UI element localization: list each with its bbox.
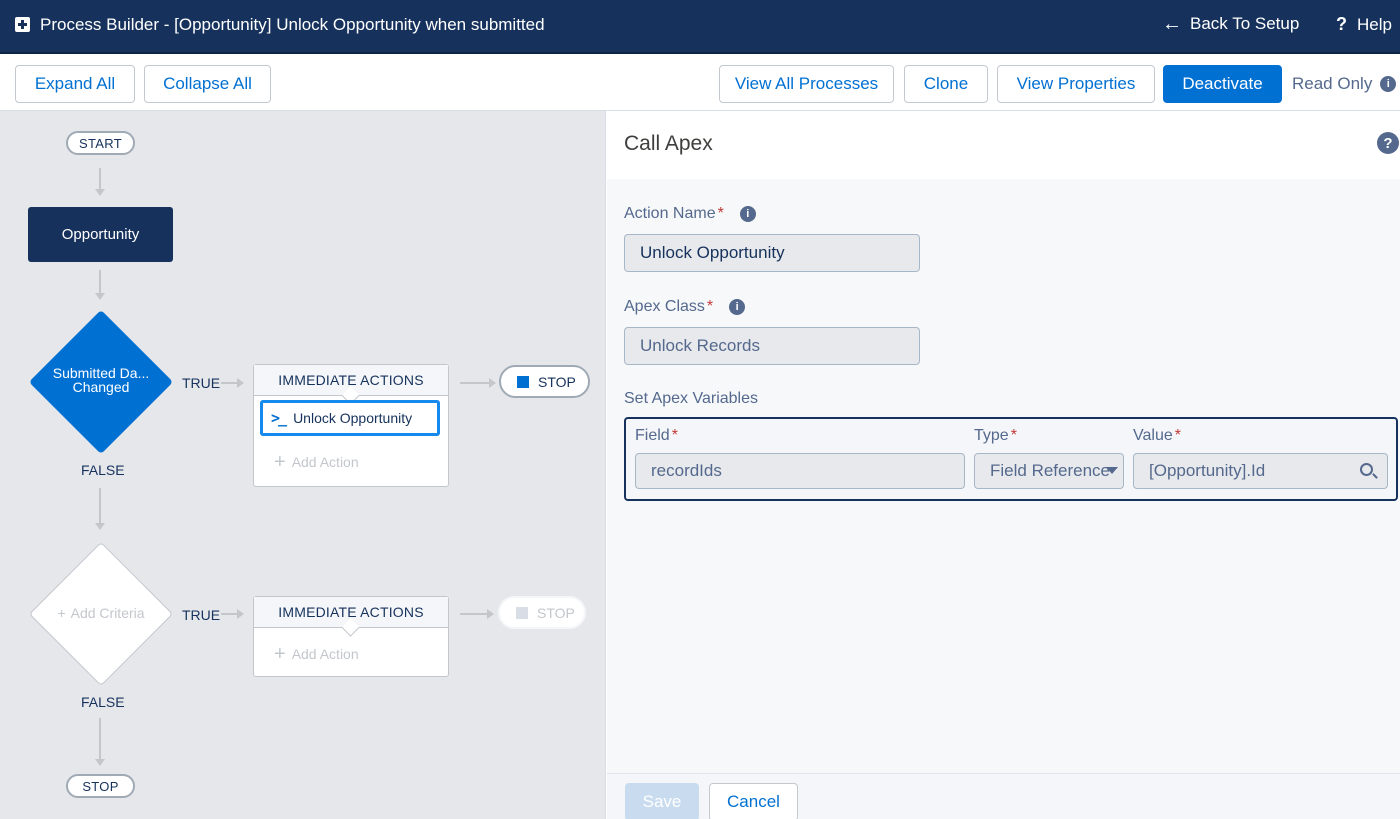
stop-node: STOP (499, 365, 590, 398)
criteria-node-label: Submitted Da... Changed (36, 366, 166, 394)
panel-footer: Save Cancel (607, 773, 1400, 819)
stop-label: STOP (538, 373, 576, 390)
stop-icon (516, 606, 528, 619)
add-action-label: Add Action (291, 646, 359, 662)
immediate-actions-group: IMMEDIATE ACTIONS + Add Action (253, 596, 449, 677)
view-all-processes-button[interactable]: View All Processes (719, 65, 894, 103)
process-builder-icon (15, 17, 30, 32)
connector-arrow (460, 609, 494, 619)
start-node: START (66, 131, 135, 155)
immediate-actions-header: IMMEDIATE ACTIONS (254, 597, 448, 628)
panel-title: Call Apex (624, 132, 713, 155)
criteria-label-line1: Submitted Da... (52, 365, 150, 381)
back-to-setup-label: Back To Setup (1190, 14, 1300, 33)
value-column-header: Value * (1133, 427, 1181, 445)
info-icon[interactable]: i (739, 206, 756, 222)
required-marker: * (1174, 427, 1181, 444)
help-icon[interactable]: ? (1377, 132, 1399, 154)
add-criteria-label[interactable]: + Add Criteria (36, 606, 166, 620)
plus-icon: + (274, 451, 286, 473)
clone-button[interactable]: Clone (904, 65, 988, 103)
value-lookup-value: [Opportunity].Id (1149, 461, 1266, 480)
expand-all-button[interactable]: Expand All (15, 65, 135, 103)
set-apex-variables-label: Set Apex Variables (624, 390, 758, 408)
header-text: Type (974, 427, 1009, 444)
connector-arrow (95, 270, 105, 300)
type-column-header: Type * (974, 427, 1017, 445)
field-column-header: Field * (635, 427, 678, 445)
toolbar: Expand All Collapse All View All Process… (0, 56, 1400, 111)
header-text: Value (1133, 427, 1173, 444)
immediate-actions-group: IMMEDIATE ACTIONS >_ Unlock Opportunity … (253, 364, 449, 487)
connector-arrow (221, 378, 244, 388)
immediate-actions-header: IMMEDIATE ACTIONS (254, 365, 448, 396)
field-input[interactable]: recordIds (635, 453, 965, 489)
apex-class-label: Apex Class * i (624, 298, 746, 316)
collapse-all-button[interactable]: Collapse All (144, 65, 271, 103)
required-marker: * (1010, 427, 1017, 444)
stop-node-disabled: STOP (498, 596, 586, 629)
connector-arrow (95, 718, 105, 766)
panel-header: Call Apex ? (607, 111, 1400, 179)
info-icon[interactable]: i (729, 299, 746, 315)
connector-arrow (221, 609, 244, 619)
view-properties-button[interactable]: View Properties (997, 65, 1155, 103)
save-button[interactable]: Save (625, 783, 699, 819)
object-node-opportunity[interactable]: Opportunity (28, 207, 173, 262)
help-link[interactable]: ? Help (1336, 14, 1392, 35)
add-action-link[interactable]: + Add Action (274, 644, 359, 664)
info-icon[interactable]: i (1380, 76, 1397, 92)
cancel-button[interactable]: Cancel (709, 783, 798, 819)
help-icon: ? (1336, 14, 1347, 34)
app-header: Process Builder - [Opportunity] Unlock O… (0, 0, 1400, 54)
apex-class-field[interactable]: Unlock Records (624, 327, 920, 365)
plus-icon: + (57, 605, 66, 621)
header-text: Field (635, 427, 670, 444)
back-to-setup-link[interactable]: ← Back To Setup (1162, 14, 1299, 34)
required-marker: * (717, 205, 724, 222)
connector-arrow (460, 378, 496, 388)
value-lookup-input[interactable]: [Opportunity].Id (1133, 453, 1388, 489)
read-only-indicator: Read Only i (1292, 74, 1397, 94)
true-label: TRUE (182, 375, 221, 391)
true-label: TRUE (182, 607, 221, 623)
action-unlock-opportunity[interactable]: >_ Unlock Opportunity (260, 400, 440, 436)
type-select-value: Field Reference (990, 461, 1111, 480)
stop-icon (517, 375, 529, 388)
search-icon[interactable] (1360, 463, 1373, 476)
criteria-label-line2: Changed (72, 379, 130, 395)
required-marker: * (671, 427, 678, 444)
read-only-label: Read Only (1292, 74, 1373, 93)
deactivate-button[interactable]: Deactivate (1163, 65, 1282, 103)
end-stop-node: STOP (66, 774, 135, 798)
connector-arrow (95, 168, 105, 196)
chevron-down-icon (1106, 467, 1118, 474)
action-name-field[interactable]: Unlock Opportunity (624, 234, 920, 272)
add-action-link[interactable]: + Add Action (274, 452, 359, 472)
process-canvas: START Opportunity Submitted Da... Change… (0, 111, 606, 819)
false-label: FALSE (81, 462, 125, 478)
add-criteria-text: Add Criteria (70, 605, 145, 621)
properties-panel: Call Apex ? Action Name * i Unlock Oppor… (607, 111, 1400, 819)
apex-variables-row: Field * Type * Value * recordIds Field Refe… (624, 417, 1398, 501)
type-select[interactable]: Field Reference (974, 453, 1124, 489)
false-label: FALSE (81, 694, 125, 710)
add-action-label: Add Action (291, 454, 359, 470)
action-name-label: Action Name * i (624, 205, 756, 223)
label-text: Set Apex Variables (624, 390, 759, 407)
action-label: Unlock Opportunity (293, 410, 413, 426)
connector-arrow (95, 488, 105, 530)
plus-icon: + (274, 643, 286, 665)
label-text: Action Name (624, 205, 716, 222)
arrow-left-icon: ← (1162, 13, 1182, 35)
apex-icon: >_ (271, 409, 287, 427)
help-label: Help (1357, 14, 1392, 34)
required-marker: * (706, 298, 714, 315)
stop-label: STOP (537, 604, 575, 621)
label-text: Apex Class (624, 298, 705, 315)
page-title: Process Builder - [Opportunity] Unlock O… (40, 15, 545, 34)
